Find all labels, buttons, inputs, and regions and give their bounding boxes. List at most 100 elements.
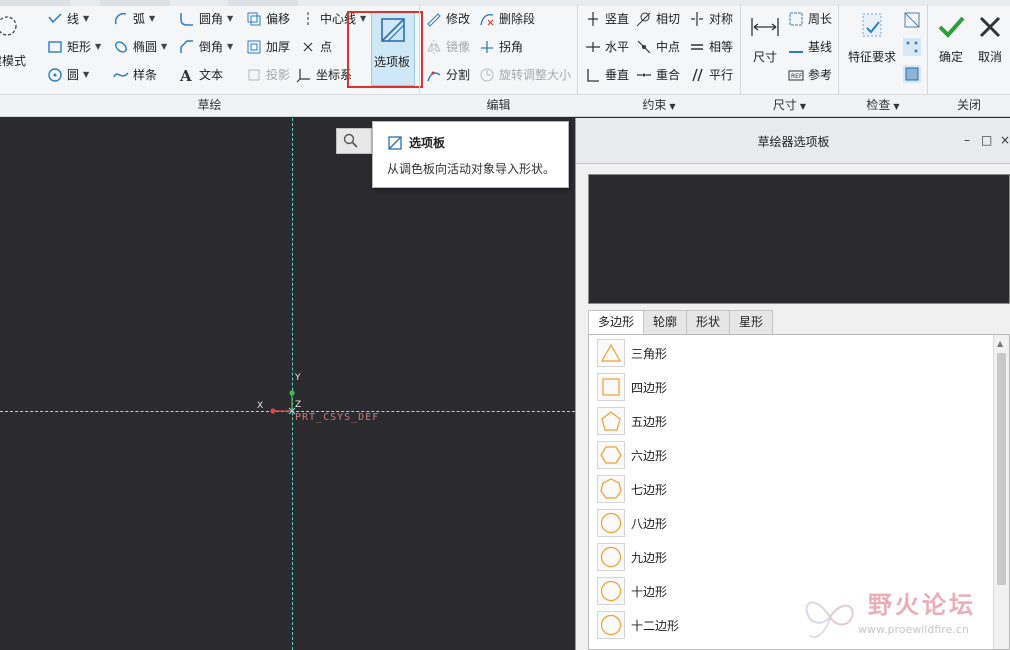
coordinate-system-icon	[296, 67, 312, 83]
baseline-dimension-button[interactable]: 基线	[788, 37, 832, 57]
feature-requirements-button[interactable]: 特征要求	[846, 12, 898, 65]
chevron-down-icon[interactable]: ▼	[83, 65, 89, 85]
tab-stars[interactable]: 星形	[729, 310, 774, 334]
constrain-group-label[interactable]: 约束 ▼	[578, 95, 740, 117]
perpendicular-constraint-button[interactable]: 垂直	[585, 65, 629, 85]
fillet-button[interactable]: 圆角 ▼	[179, 9, 233, 29]
tab-profiles[interactable]: 轮廓	[643, 310, 688, 334]
delete-segment-button[interactable]: 删除段	[479, 9, 535, 29]
midpoint-icon	[636, 39, 652, 55]
minimize-button[interactable]: –	[964, 133, 970, 147]
list-item[interactable]: 七边形	[589, 472, 989, 506]
chevron-down-icon[interactable]: ▼	[227, 9, 233, 29]
tab-polygons[interactable]: 多边形	[588, 310, 645, 334]
modify-button[interactable]: 修改	[426, 9, 470, 29]
delete-segment-icon	[479, 11, 495, 27]
tab-shapes[interactable]: 形状	[686, 310, 731, 334]
spline-button[interactable]: 样条	[113, 65, 157, 85]
reference-icon: REF	[788, 67, 804, 83]
vertical-icon	[585, 11, 601, 27]
search-box[interactable]	[336, 128, 372, 154]
horizontal-constraint-button[interactable]: 水平	[585, 37, 629, 57]
rectangle-button[interactable]: 矩形 ▼	[47, 37, 101, 57]
sketch-mode-button[interactable]: 建模式	[0, 14, 30, 68]
reference-dimension-button[interactable]: REF 参考	[788, 65, 832, 85]
arc-button[interactable]: 弧 ▼	[113, 9, 155, 29]
divide-button[interactable]: 分割	[426, 65, 470, 85]
hexagon-icon	[597, 441, 625, 469]
svg-text:REF: REF	[791, 73, 803, 80]
axis-z-label: Z	[295, 400, 302, 410]
parallel-constraint-button[interactable]: 平行	[689, 65, 733, 85]
line-icon	[47, 11, 63, 27]
normal-dimension-button[interactable]: 尺寸	[747, 12, 783, 65]
equal-constraint-button[interactable]: 相等	[689, 37, 733, 57]
corner-icon	[479, 39, 495, 55]
dimension-group-label[interactable]: 尺寸 ▼	[741, 95, 838, 117]
pentagon-icon	[597, 407, 625, 435]
tangent-constraint-button[interactable]: 相切	[636, 9, 680, 29]
list-item[interactable]: 八边形	[589, 506, 989, 540]
spline-icon	[113, 67, 129, 83]
sketch-group-label: 草绘	[197, 98, 222, 112]
circle-mode-icon	[0, 14, 25, 44]
ellipse-button[interactable]: 椭圆 ▼	[113, 37, 167, 57]
baseline-icon	[788, 39, 804, 55]
close-button[interactable]: ×	[1000, 133, 1010, 147]
chamfer-button[interactable]: 倒角 ▼	[179, 37, 233, 57]
chevron-down-icon[interactable]: ▼	[83, 9, 89, 29]
perimeter-dimension-button[interactable]: 周长	[788, 9, 832, 29]
list-item[interactable]: 三角形	[589, 336, 989, 370]
ribbon-tab-strip	[0, 0, 1010, 6]
dimension-icon	[750, 12, 780, 42]
list-item[interactable]: 六边形	[589, 438, 989, 472]
maximize-button[interactable]: □	[981, 133, 992, 147]
cancel-button[interactable]: 取消	[973, 12, 1007, 65]
watermark-url: www.proewildfire.cn	[858, 623, 969, 636]
chevron-down-icon[interactable]: ▼	[95, 37, 101, 57]
search-icon	[343, 133, 359, 152]
text-button[interactable]: A 文本	[179, 65, 223, 85]
triangle-icon	[597, 339, 625, 367]
circle-button[interactable]: 圆 ▼	[47, 65, 89, 85]
project-button[interactable]: 投影	[246, 65, 290, 85]
chevron-down-icon: ▼	[893, 102, 900, 111]
ok-button[interactable]: 确定	[934, 12, 968, 65]
inspect-group-label[interactable]: 检查 ▼	[839, 95, 927, 117]
scrollbar-thumb[interactable]	[997, 353, 1006, 585]
vertical-constraint-button[interactable]: 竖直	[585, 9, 629, 29]
offset-button[interactable]: 偏移	[246, 9, 290, 29]
list-item[interactable]: 五边形	[589, 404, 989, 438]
symmetric-constraint-button[interactable]: 对称	[689, 9, 733, 29]
ribbon: 建模式 线▼ 矩形▼ 圆▼ 弧▼ 椭圆▼ 样条 圆角▼ 倒角▼ A 文本	[0, 0, 1010, 117]
point-icon	[300, 39, 316, 55]
list-item[interactable]: 四边形	[589, 370, 989, 404]
divide-icon	[426, 67, 442, 83]
shade-closed-check-icon[interactable]	[903, 65, 921, 83]
csys-button[interactable]: 坐标系	[296, 65, 352, 85]
checkmark-icon	[936, 12, 966, 42]
sketch-canvas[interactable]: Y X Z PRT_CSYS_DEF	[0, 118, 575, 650]
watermark-title: 野火论坛	[868, 591, 976, 619]
tooltip-description: 从调色板向活动对象导入形状。	[387, 162, 556, 176]
chevron-down-icon[interactable]: ▼	[149, 9, 155, 29]
open-ends-check-icon[interactable]	[903, 38, 921, 56]
scroll-up-icon[interactable]: ▲	[997, 339, 1003, 348]
coincident-constraint-button[interactable]: 重合	[636, 65, 680, 85]
square-icon	[597, 373, 625, 401]
offset-icon	[246, 11, 262, 27]
thicken-button[interactable]: 加厚	[246, 37, 290, 57]
midpoint-constraint-button[interactable]: 中点	[636, 37, 680, 57]
text-icon: A	[179, 67, 195, 85]
mirror-button[interactable]: 镜像	[426, 37, 470, 57]
corner-button[interactable]: 拐角	[479, 37, 523, 57]
rotate-resize-button[interactable]: 旋转调整大小	[479, 65, 571, 85]
chevron-down-icon[interactable]: ▼	[227, 37, 233, 57]
point-button[interactable]: 点	[300, 37, 332, 57]
line-button[interactable]: 线 ▼	[47, 9, 89, 29]
chevron-down-icon[interactable]: ▼	[161, 37, 167, 57]
chamfer-icon	[179, 39, 195, 55]
list-item[interactable]: 九边形	[589, 540, 989, 574]
overlap-check-icon[interactable]	[903, 11, 921, 29]
chevron-down-icon: ▼	[669, 102, 676, 111]
